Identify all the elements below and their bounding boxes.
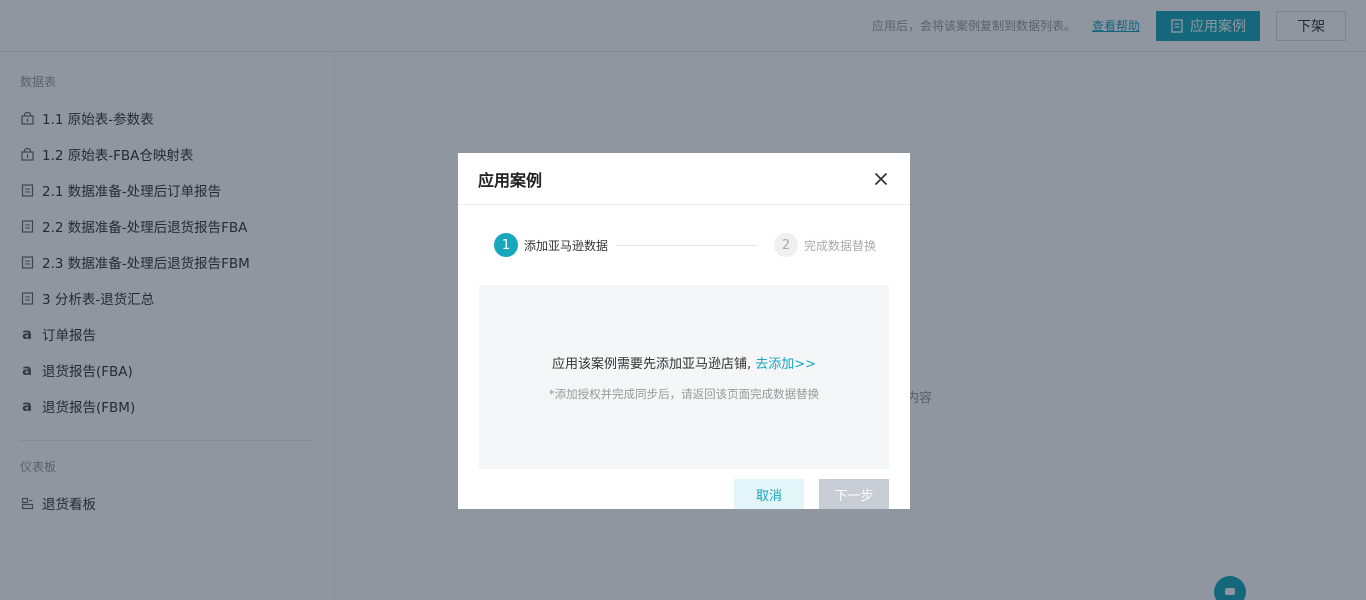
dialog-header: 应用案例: [458, 153, 910, 205]
step-connector: [616, 244, 757, 246]
next-step-button[interactable]: 下一步: [819, 479, 889, 509]
step-number: 1: [494, 233, 518, 257]
apply-case-dialog: 应用案例 1 添加亚马逊数据 2 完成数据替换 应用该案例需要先添加亚马逊店铺,…: [458, 153, 910, 509]
step-label: 添加亚马逊数据: [524, 238, 609, 253]
dialog-title: 应用案例: [478, 170, 543, 190]
add-store-link[interactable]: 去添加>>: [755, 357, 816, 372]
message-text: 应用该案例需要先添加亚马逊店铺,: [551, 356, 752, 372]
add-store-message: 应用该案例需要先添加亚马逊店铺, 去添加>>: [552, 353, 816, 372]
step-1: 1 添加亚马逊数据: [494, 233, 608, 257]
sync-note: *添加授权并完成同步后，请返回该页面完成数据替换: [548, 386, 820, 401]
step-label: 完成数据替换: [804, 238, 877, 253]
cancel-button[interactable]: 取消: [734, 479, 804, 509]
steps-indicator: 1 添加亚马逊数据 2 完成数据替换: [458, 205, 910, 285]
step-2: 2 完成数据替换: [774, 233, 876, 257]
step-number: 2: [774, 233, 799, 257]
dialog-footer: 取消 下一步: [458, 469, 910, 509]
close-icon[interactable]: [872, 170, 890, 188]
dialog-content: 应用该案例需要先添加亚马逊店铺, 去添加>> *添加授权并完成同步后，请返回该页…: [479, 285, 889, 469]
